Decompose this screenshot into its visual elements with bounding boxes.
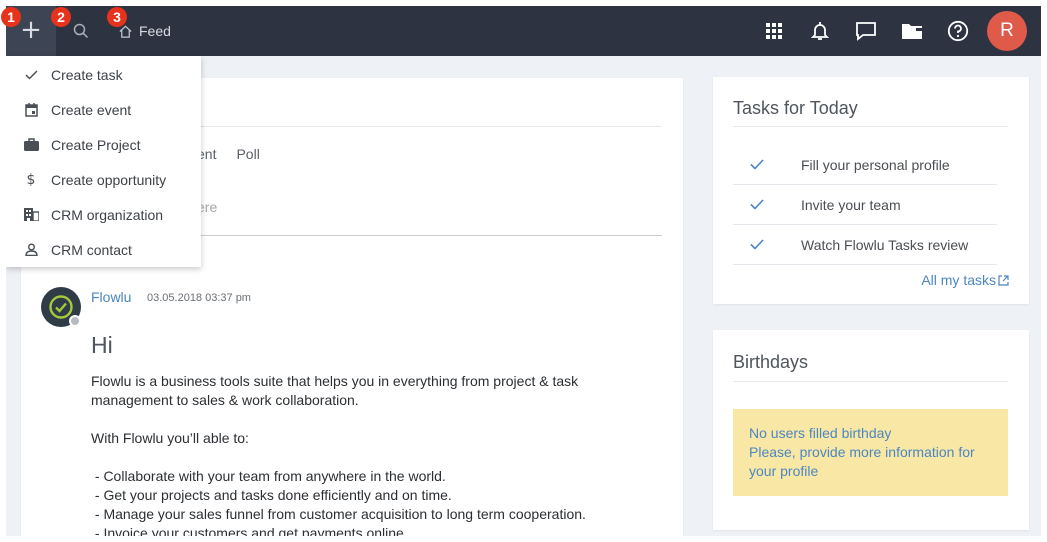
post-bullet: - Get your projects and tasks done effic… — [91, 487, 452, 503]
chat-icon — [856, 22, 876, 41]
topbar-right-icons: R — [751, 6, 1041, 56]
help-button[interactable] — [935, 6, 981, 56]
check-icon — [733, 239, 781, 250]
briefcase-icon — [22, 136, 40, 154]
menu-item-crm-organization[interactable]: CRM organization — [6, 197, 201, 232]
building-icon — [22, 206, 40, 224]
divider — [733, 381, 1008, 382]
notifications-button[interactable] — [797, 6, 843, 56]
folder-icon — [902, 24, 922, 39]
apps-grid-icon — [766, 23, 782, 39]
create-menu-dropdown: Create task Create event Create Project … — [6, 56, 201, 267]
bell-icon — [811, 22, 829, 40]
messages-button[interactable] — [843, 6, 889, 56]
app-window: + Feed R ent Poll ere Flowlu 03.05.2018 … — [6, 6, 1041, 536]
marker-3: 3 — [107, 7, 127, 27]
task-item[interactable]: Watch Flowlu Tasks review — [733, 225, 997, 265]
composer-tabs: ent Poll — [197, 146, 260, 162]
menu-item-crm-contact[interactable]: CRM contact — [6, 232, 201, 267]
birthdays-card: Birthdays No users filled birthday Pleas… — [713, 330, 1029, 530]
menu-item-create-event[interactable]: Create event — [6, 92, 201, 127]
marker-1: 1 — [1, 7, 21, 27]
feed-label: Feed — [139, 23, 171, 39]
menu-item-create-project[interactable]: Create Project — [6, 127, 201, 162]
task-label: Fill your personal profile — [801, 156, 950, 173]
tab-poll[interactable]: Poll — [236, 146, 259, 162]
status-dot — [69, 315, 81, 327]
search-icon — [73, 23, 89, 39]
post-body: Flowlu is a business tools suite that he… — [91, 372, 651, 536]
post-intro: Flowlu is a business tools suite that he… — [91, 373, 579, 408]
post-author[interactable]: Flowlu — [91, 289, 131, 305]
user-avatar[interactable]: R — [987, 11, 1027, 51]
all-my-tasks-link[interactable]: All my tasks — [921, 272, 1009, 288]
task-item[interactable]: Fill your personal profile — [733, 145, 997, 185]
marker-2: 2 — [51, 7, 71, 27]
post-able-to: With Flowlu you’ll able to: — [91, 430, 249, 446]
menu-item-create-task[interactable]: Create task — [6, 57, 201, 92]
post-bullet: - Manage your sales funnel from customer… — [91, 506, 586, 522]
check-icon — [733, 199, 781, 210]
top-bar: + Feed R — [6, 6, 1041, 56]
post-date: 03.05.2018 03:37 pm — [147, 292, 251, 304]
task-label: Watch Flowlu Tasks review — [801, 236, 969, 253]
tasks-for-today-card: Tasks for Today Fill your personal profi… — [713, 77, 1029, 304]
check-icon — [22, 66, 40, 84]
card-title: Tasks for Today — [733, 98, 858, 118]
menu-item-create-opportunity[interactable]: $ Create opportunity — [6, 162, 201, 197]
task-label: Invite your team — [801, 196, 901, 213]
profile-link[interactable]: Please, provide more information for you… — [749, 443, 992, 481]
external-link-icon — [998, 274, 1009, 286]
card-title: Birthdays — [733, 352, 809, 372]
post-bullet: - Invoice your customers and get payment… — [91, 525, 408, 536]
birthday-notice: No users filled birthday Please, provide… — [733, 409, 1008, 496]
person-icon — [22, 241, 40, 259]
check-icon — [733, 159, 781, 170]
plus-icon: + — [20, 15, 42, 45]
post-bullet: - Collaborate with your team from anywhe… — [91, 468, 446, 484]
files-button[interactable] — [889, 6, 935, 56]
help-icon — [947, 20, 969, 42]
post-title: Hi — [91, 332, 113, 358]
dollar-icon: $ — [26, 171, 36, 188]
task-item[interactable]: Invite your team — [733, 185, 997, 225]
apps-button[interactable] — [751, 6, 797, 56]
calendar-icon — [22, 101, 40, 119]
divider — [733, 126, 1008, 127]
